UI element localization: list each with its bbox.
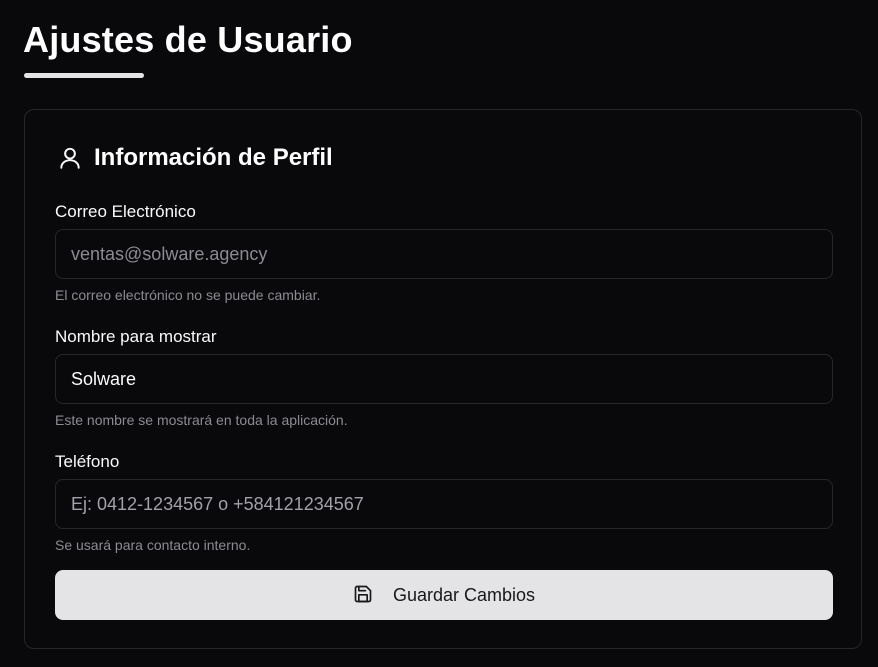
- phone-field-group: Teléfono Se usará para contacto interno.: [55, 452, 833, 553]
- phone-input[interactable]: [55, 479, 833, 529]
- display-name-label: Nombre para mostrar: [55, 327, 217, 346]
- email-label: Correo Electrónico: [55, 202, 196, 221]
- save-changes-button[interactable]: Guardar Cambios: [55, 570, 833, 620]
- phone-hint: Se usará para contacto interno.: [55, 537, 251, 553]
- user-settings-page: Ajustes de Usuario Información de Perfil…: [0, 0, 878, 667]
- page-title: Ajustes de Usuario: [23, 19, 353, 60]
- email-field: [55, 229, 833, 279]
- profile-card: Información de Perfil Correo Electrónico…: [24, 109, 862, 649]
- title-underline: [24, 73, 144, 78]
- email-hint: El correo electrónico no se puede cambia…: [55, 287, 321, 303]
- profile-card-title: Información de Perfil: [94, 144, 333, 171]
- phone-label: Teléfono: [55, 452, 120, 471]
- email-field-group: Correo Electrónico El correo electrónico…: [55, 202, 833, 303]
- display-name-field-group: Nombre para mostrar Este nombre se mostr…: [55, 327, 833, 428]
- profile-card-header: Información de Perfil: [56, 144, 333, 172]
- save-icon: [353, 584, 375, 606]
- display-name-input[interactable]: [55, 354, 833, 404]
- display-name-hint: Este nombre se mostrará en toda la aplic…: [55, 412, 348, 428]
- save-button-label: Guardar Cambios: [392, 584, 536, 605]
- user-icon: [56, 144, 84, 172]
